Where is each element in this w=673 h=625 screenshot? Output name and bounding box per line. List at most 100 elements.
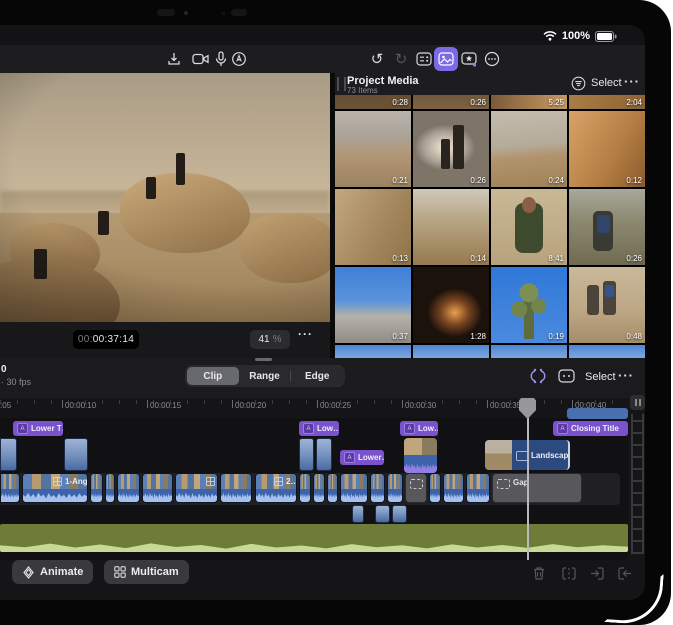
storyline-clip[interactable] xyxy=(220,473,252,503)
media-item[interactable]: 0:24 xyxy=(491,111,567,187)
more-button[interactable] xyxy=(480,47,504,71)
timeline-more-button[interactable]: ··· xyxy=(618,368,634,383)
delete-icon[interactable] xyxy=(528,562,550,584)
title-clip[interactable]: ALower… xyxy=(340,450,384,465)
media-browser-button[interactable] xyxy=(434,47,458,71)
mode-edge[interactable]: Edge xyxy=(291,367,343,385)
title-clip[interactable]: ALow… xyxy=(299,421,339,436)
import-button[interactable] xyxy=(162,47,186,71)
storyline-clip[interactable] xyxy=(443,473,464,503)
insert-clip-icon[interactable] xyxy=(586,562,608,584)
timecode-display[interactable]: 00:00:37:14 xyxy=(73,330,139,349)
gap-clip[interactable]: G… xyxy=(405,473,427,503)
storyline-clip[interactable] xyxy=(90,473,103,503)
media-item[interactable]: 0:26 xyxy=(413,95,489,109)
storyline-clip[interactable] xyxy=(466,473,490,503)
storyline-clip-multicam[interactable]: 1-Angl… xyxy=(22,473,88,503)
multicam-button[interactable]: Multicam xyxy=(104,560,189,584)
media-item[interactable]: 8:41 xyxy=(491,189,567,265)
storyline-clip-multicam[interactable] xyxy=(175,473,218,503)
connect-clip-icon[interactable] xyxy=(558,368,576,389)
connected-clip[interactable] xyxy=(64,438,88,471)
storyline-clip[interactable] xyxy=(142,473,173,503)
connected-av-clip[interactable] xyxy=(404,438,437,473)
ruler-tick xyxy=(232,400,233,408)
connected-clip-below[interactable] xyxy=(375,505,390,523)
media-item[interactable] xyxy=(491,345,567,358)
media-item[interactable]: 0:48 xyxy=(569,267,645,343)
media-item[interactable]: 0:21 xyxy=(335,111,411,187)
media-item[interactable]: 0:13 xyxy=(335,189,411,265)
storyline-clip[interactable] xyxy=(370,473,385,503)
connected-clip-below[interactable] xyxy=(392,505,407,523)
clip-waveform xyxy=(300,489,310,502)
titles-button[interactable] xyxy=(457,47,481,71)
storyline-clip[interactable] xyxy=(429,473,441,503)
viewer-more-button[interactable]: ··· xyxy=(298,327,313,341)
media-more-button[interactable]: ··· xyxy=(624,74,640,89)
ruler-tick xyxy=(487,400,488,408)
connected-clip[interactable] xyxy=(0,438,17,471)
filter-icon[interactable] xyxy=(571,76,586,96)
media-item[interactable]: 0:26 xyxy=(413,111,489,187)
screenshot: 100% ↺ ↻ xyxy=(0,0,673,625)
media-item[interactable]: 0:12 xyxy=(569,111,645,187)
media-item[interactable]: 0:37 xyxy=(335,267,411,343)
media-item[interactable]: 5:25 xyxy=(491,95,567,109)
clip-duration: 0:21 xyxy=(392,176,408,185)
battery-icon xyxy=(595,31,617,42)
connected-clip-bar[interactable] xyxy=(567,408,628,419)
storyline-clip[interactable] xyxy=(105,473,115,503)
storyline-clip-multicam[interactable]: 2… xyxy=(255,473,297,503)
viewer-controls: 00:00:37:14 41% ··· xyxy=(0,322,330,358)
storyline-clip[interactable] xyxy=(0,473,20,503)
timeline-drag-handle[interactable] xyxy=(255,358,272,361)
ruler-tick xyxy=(402,400,403,408)
storyline-clip[interactable] xyxy=(313,473,325,503)
title-clip[interactable]: ALower T… xyxy=(13,421,63,436)
multicam-label: Multicam xyxy=(131,566,179,578)
storyline-clip[interactable] xyxy=(387,473,403,503)
storyline-clip[interactable] xyxy=(299,473,311,503)
panel-drag-handle[interactable] xyxy=(337,77,346,91)
undo-button[interactable]: ↺ xyxy=(365,47,389,71)
zoom-level[interactable]: 41% xyxy=(250,330,290,349)
timeline-tracks: 00:00:05 00:00:10 00:00:15 00:00:20 00:0… xyxy=(0,398,628,560)
connected-clip[interactable] xyxy=(299,438,314,471)
media-item[interactable] xyxy=(569,345,645,358)
inspector-button[interactable] xyxy=(412,47,436,71)
redo-button[interactable]: ↻ xyxy=(389,47,413,71)
media-select-button[interactable]: Select xyxy=(591,77,622,89)
timeline-zoom-slider[interactable] xyxy=(631,414,644,554)
media-item[interactable]: 0:19 xyxy=(491,267,567,343)
track-height-button[interactable] xyxy=(630,395,645,410)
clip-duration: 1:28 xyxy=(470,332,486,341)
storyline-clip[interactable] xyxy=(327,473,338,503)
media-item[interactable]: 0:14 xyxy=(413,189,489,265)
storyline-clip[interactable] xyxy=(117,473,140,503)
mode-range[interactable]: Range xyxy=(239,367,291,385)
preview-video[interactable] xyxy=(0,73,330,322)
connected-clip-below[interactable] xyxy=(352,505,364,523)
connected-clip[interactable] xyxy=(316,438,332,471)
playhead-line[interactable] xyxy=(527,398,529,560)
media-item[interactable] xyxy=(413,345,489,358)
media-item[interactable]: 0:26 xyxy=(569,189,645,265)
title-clip[interactable]: ALow… xyxy=(400,421,438,436)
media-item[interactable]: 0:28 xyxy=(335,95,411,109)
audio-track[interactable] xyxy=(0,524,628,552)
title-clip[interactable]: AClosing Title xyxy=(553,421,628,436)
clip-waveform xyxy=(430,489,440,502)
status-bar: 100% xyxy=(543,28,617,44)
storyline-clip[interactable] xyxy=(340,473,368,503)
edit-tools-icon[interactable] xyxy=(528,367,548,390)
media-item[interactable]: 2:04 xyxy=(569,95,645,109)
draw-button[interactable] xyxy=(227,47,251,71)
timeline-select-button[interactable]: Select xyxy=(585,371,616,383)
mode-clip[interactable]: Clip xyxy=(187,367,239,385)
media-item[interactable]: 1:28 xyxy=(413,267,489,343)
media-item[interactable] xyxy=(335,345,411,358)
split-clip-icon[interactable] xyxy=(558,562,580,584)
animate-button[interactable]: Animate xyxy=(12,560,93,584)
gap-clip[interactable]: Gap xyxy=(492,473,582,503)
